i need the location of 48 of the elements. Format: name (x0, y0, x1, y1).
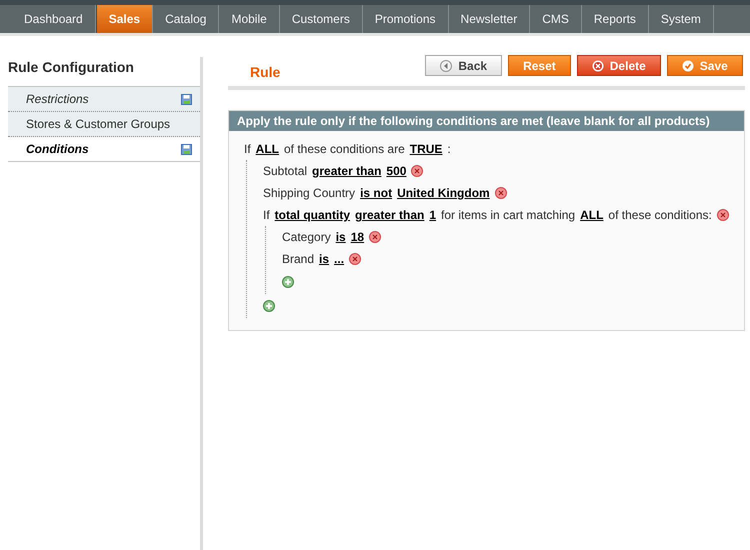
condition-link[interactable]: ALL (580, 208, 604, 222)
nav-tab[interactable]: Newsletter (448, 5, 530, 33)
remove-icon[interactable] (369, 231, 382, 243)
condition-text: Category (282, 230, 331, 244)
sidebar-title: Rule Configuration (8, 58, 135, 75)
page-title: Rule (250, 64, 280, 82)
condition-link[interactable]: United Kingdom (397, 186, 490, 200)
condition-text: : (447, 142, 451, 156)
add-icon[interactable] (263, 300, 275, 312)
condition-text: for items in cart matching (441, 208, 576, 222)
nav-tab[interactable]: System (648, 5, 714, 33)
sidebar-tab[interactable]: Restrictions (8, 87, 200, 112)
nav-tab[interactable]: Catalog (153, 5, 220, 33)
condition-text: of these conditions: (608, 208, 712, 222)
add-icon[interactable] (282, 276, 294, 288)
remove-icon[interactable] (494, 187, 507, 199)
nav-tab[interactable]: Promotions (362, 5, 449, 33)
back-button[interactable]: Back (425, 55, 502, 76)
condition-link[interactable]: total quantity (274, 208, 350, 222)
delete-button[interactable]: Delete (576, 55, 661, 76)
condition-text: Shipping Country (263, 186, 356, 200)
condition-link[interactable]: is (336, 230, 346, 244)
condition-link[interactable]: is not (360, 186, 392, 200)
condition-link[interactable]: TRUE (410, 142, 442, 156)
condition-text: Brand (282, 252, 314, 266)
nav-tab[interactable]: CMS (530, 5, 582, 33)
condition-link[interactable]: ALL (256, 142, 279, 156)
condition-link[interactable]: 1 (429, 208, 436, 222)
remove-icon[interactable] (349, 253, 362, 265)
condition-link[interactable]: 18 (350, 230, 364, 244)
condition-text: If (244, 142, 251, 156)
remove-icon[interactable] (716, 209, 729, 221)
nav-tab[interactable]: Reports (582, 5, 649, 33)
condition-link[interactable]: greater than (312, 164, 382, 178)
delete-icon (592, 60, 604, 72)
condition-link[interactable]: greater than (355, 208, 424, 222)
nav-tab[interactable]: Customers (280, 5, 363, 33)
condition-text: Subtotal (263, 164, 308, 178)
nav-tab[interactable]: Mobile (219, 5, 280, 33)
sidebar-tab[interactable]: Stores & Customer Groups (8, 112, 200, 137)
check-icon (682, 60, 694, 72)
condition-text: If (263, 208, 270, 222)
panel-heading: Apply the rule only if the following conditions are met (leave blank for all products) (229, 111, 744, 131)
condition-link[interactable]: is (319, 252, 330, 266)
condition-text: of these conditions are (284, 142, 405, 156)
condition-link[interactable]: 500 (386, 164, 406, 178)
condition-link[interactable]: ... (334, 252, 344, 266)
remove-icon[interactable] (411, 165, 424, 177)
